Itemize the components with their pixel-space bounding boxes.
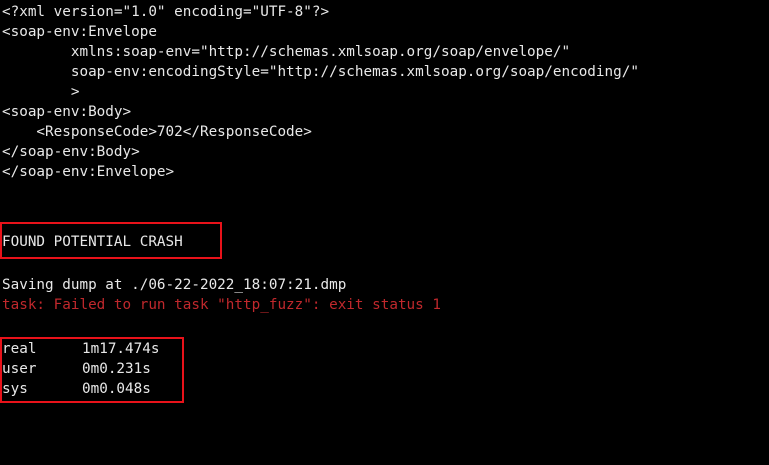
timing-label: real	[2, 341, 37, 357]
timing-label: sys	[2, 381, 28, 397]
body-open-line: <soap-env:Body>	[2, 104, 132, 120]
envelope-open-line: <soap-env:Envelope	[2, 24, 157, 40]
terminal-window[interactable]: <?xml version="1.0" encoding="UTF-8"?> <…	[0, 0, 769, 403]
timing-row-sys: sys 0m0.048s	[2, 379, 151, 399]
timing-row-user: user 0m0.231s	[2, 359, 151, 379]
xmlns-attribute-line: xmlns:soap-env="http://schemas.xmlsoap.o…	[2, 44, 571, 60]
dump-message: Saving dump at ./06-22-2022_18:07:21.dmp	[2, 277, 347, 293]
timing-label: user	[2, 361, 37, 377]
encoding-style-attribute-line: soap-env:encodingStyle="http://schemas.x…	[2, 64, 639, 80]
xml-declaration-line: <?xml version="1.0" encoding="UTF-8"?>	[2, 4, 330, 20]
timing-row-real: real 1m17.474s	[2, 339, 159, 359]
error-message: task: Failed to run task "http_fuzz": ex…	[2, 297, 441, 313]
body-close-line: </soap-env:Body>	[2, 144, 140, 160]
timing-value: 1m17.474s	[82, 341, 160, 357]
response-code-line: <ResponseCode>702</ResponseCode>	[2, 124, 312, 140]
crash-message: FOUND POTENTIAL CRASH	[2, 234, 183, 250]
envelope-tag-close-line: >	[2, 84, 80, 100]
envelope-close-line: </soap-env:Envelope>	[2, 164, 175, 180]
timing-value: 0m0.231s	[82, 361, 151, 377]
timing-value: 0m0.048s	[82, 381, 151, 397]
